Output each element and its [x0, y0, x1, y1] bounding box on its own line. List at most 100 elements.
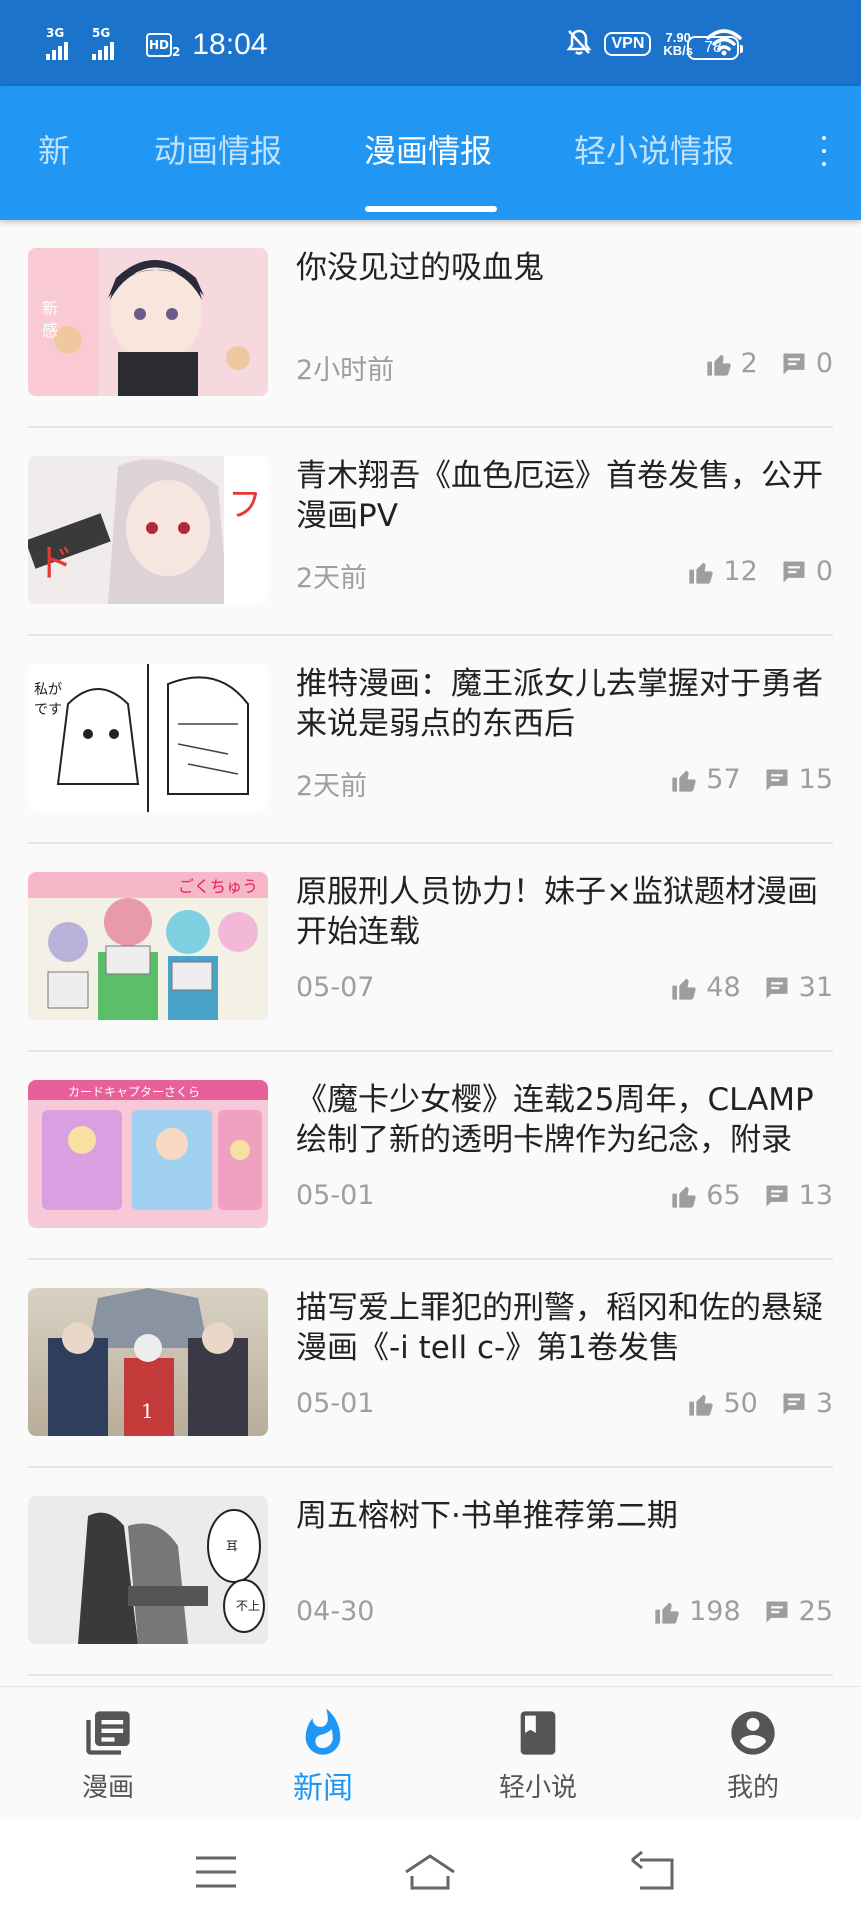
thumbs-up-icon [687, 1390, 715, 1418]
svg-text:新: 新 [42, 299, 58, 318]
battery-level: 78 [704, 39, 722, 56]
comment-count: 25 [798, 1596, 833, 1627]
svg-text:1: 1 [141, 1399, 154, 1423]
svg-text:私が: 私が [34, 682, 62, 698]
news-date: 2天前 [296, 563, 368, 594]
hd-voice-icon: HD [146, 33, 172, 57]
comment-count: 0 [815, 348, 833, 379]
tab-manga-news[interactable]: 漫画情报 [364, 126, 492, 172]
news-stats: 65 13 [670, 1180, 833, 1211]
svg-text:です: です [34, 702, 62, 718]
news-stats: 2 0 [705, 348, 833, 379]
tab-new[interactable]: 新 [38, 126, 70, 172]
news-list: 新感 你没见过的吸血鬼 2小时前 2 0 フド 青木翔吾《血色厄运》首卷发售，公… [0, 220, 861, 1676]
comment-icon [780, 350, 808, 378]
bottom-navigation: 漫画 新闻 轻小说 我的 [0, 1686, 861, 1820]
news-title: 《魔卡少女樱》连载25周年，CLAMP绘制了新的透明卡牌作为纪念，附录 [296, 1082, 814, 1158]
comment-count: 0 [815, 556, 833, 587]
news-thumbnail: 私が です [28, 664, 268, 812]
nav-label: 漫画 [81, 1773, 134, 1803]
svg-text:カードキャプターさくら: カードキャプターさくら [68, 1085, 200, 1099]
svg-text:フ: フ [228, 485, 262, 525]
news-date: 2小时前 [296, 355, 395, 386]
news-date: 04-30 [296, 1596, 375, 1627]
tab-indicator [365, 206, 497, 212]
sim2-signal-icon: 5G [92, 26, 128, 60]
comment-icon [763, 766, 791, 794]
news-item[interactable]: フド 青木翔吾《血色厄运》首卷发售，公开漫画PV 2天前 12 0 [28, 428, 833, 636]
home-icon[interactable] [400, 1850, 460, 1894]
nav-label: 轻小说 [498, 1773, 577, 1803]
like-count: 198 [689, 1596, 741, 1627]
news-item[interactable]: カードキャプターさくら 《魔卡少女樱》连载25周年，CLAMP绘制了新的透明卡牌… [28, 1052, 833, 1260]
clock: 18:04 [192, 28, 268, 61]
news-item[interactable]: 1 描写爱上罪犯的刑警，稻冈和佐的悬疑漫画《-i tell c-》第1卷发售 0… [28, 1260, 833, 1468]
news-title: 推特漫画：魔王派女儿去掌握对于勇者来说是弱点的东西后 [296, 666, 823, 742]
bookmark-book-icon [512, 1707, 564, 1759]
news-thumbnail: 新感 [28, 248, 268, 396]
news-title: 青木翔吾《血色厄运》首卷发售，公开漫画PV [296, 458, 823, 534]
back-icon[interactable] [626, 1850, 686, 1894]
category-tab-bar: 新 动画情报 漫画情报 轻小说情报 [0, 86, 861, 220]
nav-me[interactable]: 我的 [683, 1707, 823, 1804]
news-item[interactable]: ごくちゅう 原服刑人员协力！妹子×监狱题材漫画开始连载 05-07 48 31 [28, 844, 833, 1052]
news-thumbnail: カードキャプターさくら [28, 1080, 268, 1228]
thumbs-up-icon [653, 1598, 681, 1626]
account-icon [727, 1707, 779, 1759]
news-stats: 12 0 [687, 556, 833, 587]
thumbs-up-icon [670, 1182, 698, 1210]
nav-label: 新闻 [293, 1771, 353, 1806]
sim1-label: 3G [46, 26, 65, 40]
tab-anime-news[interactable]: 动画情报 [154, 126, 282, 172]
like-count: 2 [740, 348, 758, 379]
comment-icon [763, 974, 791, 1002]
comment-count: 13 [798, 1180, 833, 1211]
like-count: 57 [706, 764, 741, 795]
like-count: 50 [723, 1388, 758, 1419]
news-thumbnail: 耳不上 [28, 1496, 268, 1644]
status-bar: 3G 5G HD 2 18:04 VPN 7.90 KB/s 78 [0, 0, 861, 86]
comment-count: 31 [798, 972, 833, 1003]
news-stats: 57 15 [670, 764, 833, 795]
svg-text:ド: ド [36, 541, 74, 585]
svg-text:不上: 不上 [236, 1599, 260, 1613]
news-thumbnail: フド [28, 456, 268, 604]
news-title: 原服刑人员协力！妹子×监狱题材漫画开始连载 [296, 874, 818, 950]
comment-icon [780, 1390, 808, 1418]
svg-text:感: 感 [42, 321, 58, 340]
news-stats: 50 3 [687, 1388, 833, 1419]
system-navigation-bar [0, 1820, 861, 1920]
news-item[interactable]: 耳不上 周五榕树下·书单推荐第二期 04-30 198 25 [28, 1468, 833, 1676]
like-count: 12 [723, 556, 758, 587]
news-date: 2天前 [296, 771, 368, 802]
news-item[interactable]: 新感 你没见过的吸血鬼 2小时前 2 0 [28, 220, 833, 428]
like-count: 48 [706, 972, 741, 1003]
thumbs-up-icon [705, 350, 733, 378]
news-title: 周五榕树下·书单推荐第二期 [296, 1498, 678, 1534]
thumbs-up-icon [687, 558, 715, 586]
battery-icon: 78 [687, 36, 743, 60]
hd-sub: 2 [172, 45, 181, 59]
comment-icon [763, 1182, 791, 1210]
sim1-signal-icon: 3G [46, 26, 82, 60]
nav-news[interactable]: 新闻 [253, 1707, 393, 1807]
tab-label: 轻小说情报 [574, 132, 735, 170]
status-left: 3G 5G HD 2 18:04 [46, 26, 268, 62]
tab-label: 新 [38, 132, 71, 170]
mute-bell-icon [566, 28, 592, 60]
nav-manga[interactable]: 漫画 [38, 1707, 178, 1804]
news-date: 05-01 [296, 1388, 375, 1419]
news-stats: 198 25 [653, 1596, 833, 1627]
nav-label: 我的 [726, 1773, 779, 1803]
thumbs-up-icon [670, 974, 698, 1002]
more-tabs-icon[interactable] [821, 136, 827, 166]
book-list-icon [82, 1707, 134, 1759]
menu-icon[interactable] [186, 1850, 246, 1894]
comment-icon [763, 1598, 791, 1626]
comment-icon [780, 558, 808, 586]
news-item[interactable]: 私がです 推特漫画：魔王派女儿去掌握对于勇者来说是弱点的东西后 2天前 57 1… [28, 636, 833, 844]
nav-light-novel[interactable]: 轻小说 [468, 1707, 608, 1804]
tab-light-novel-news[interactable]: 轻小说情报 [574, 126, 734, 172]
news-date: 05-01 [296, 1180, 375, 1211]
news-stats: 48 31 [670, 972, 833, 1003]
